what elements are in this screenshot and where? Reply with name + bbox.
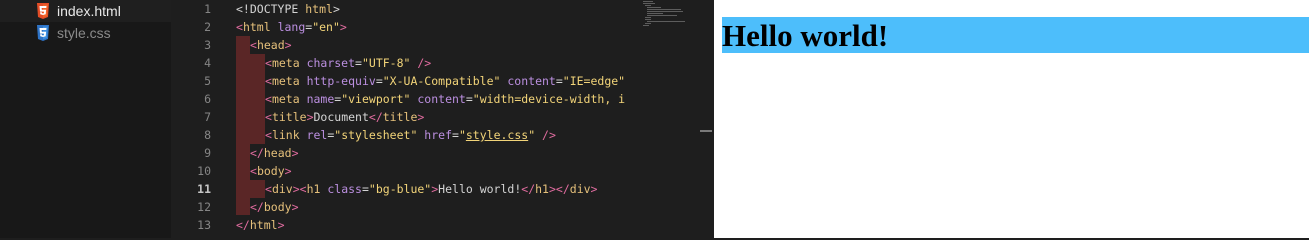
line-number: 6 [204, 92, 211, 106]
code-line: <!DOCTYPE html> [236, 2, 340, 16]
file-name: index.html [57, 3, 121, 19]
minimap-line [647, 15, 677, 16]
scrollbar-marker[interactable] [700, 130, 712, 132]
code-line: <title>Document</title> [265, 110, 425, 124]
line-number: 4 [204, 56, 211, 70]
code-line-current: <div><h1 class="bg-blue">Hello world!</h… [265, 182, 598, 196]
minimap-line [643, 25, 649, 26]
stylesheet-link[interactable]: style.css [466, 128, 528, 142]
minimap-line [647, 7, 661, 8]
file-item-style-css[interactable]: style.css [0, 22, 171, 44]
line-number: 9 [204, 146, 211, 160]
code-line: </body> [250, 200, 299, 214]
minimap-line [647, 21, 685, 22]
line-number: 10 [197, 164, 211, 178]
code-line: <meta http-equiv="X-UA-Compatible" conte… [265, 74, 626, 88]
line-number: 2 [204, 20, 211, 34]
minimap-line [647, 11, 683, 12]
line-number: 3 [204, 38, 211, 52]
code-line: <meta charset="UTF-8" /> [265, 56, 432, 70]
browser-preview: Hello world! [714, 0, 1309, 238]
minimap-line [647, 9, 681, 10]
line-number: 5 [204, 74, 211, 88]
css3-file-icon [36, 25, 50, 41]
html5-file-icon [36, 3, 50, 19]
line-number-gutter: 1 2 3 4 5 6 7 8 9 10 11 12 13 [171, 0, 215, 238]
current-line-number: 11 [197, 182, 211, 196]
code-text-area[interactable]: <!DOCTYPE html> <html lang="en"> <head> … [236, 0, 636, 238]
line-number: 1 [204, 2, 211, 16]
minimap-line [643, 3, 655, 4]
minimap-line [645, 19, 651, 20]
minimap-line [643, 1, 653, 2]
line-number: 12 [197, 200, 211, 214]
code-editor[interactable]: 1 2 3 4 5 6 7 8 9 10 11 12 13 <!DOCTYPE … [171, 0, 712, 238]
line-number: 8 [204, 128, 211, 142]
file-explorer: index.html style.css [0, 0, 171, 238]
code-line: <html lang="en"> [236, 20, 347, 34]
minimap-line [645, 17, 651, 18]
minimap-line [647, 13, 663, 14]
code-line: <head> [250, 38, 292, 52]
code-line: <meta name="viewport" content="width=dev… [265, 92, 626, 106]
app-window: index.html style.css 1 2 3 4 5 6 7 8 9 1… [0, 0, 1309, 238]
minimap[interactable] [641, 0, 697, 30]
line-number: 7 [204, 110, 211, 124]
minimap-line [645, 23, 651, 24]
file-item-index-html[interactable]: index.html [0, 0, 171, 22]
line-number: 13 [197, 218, 211, 232]
code-line: <body> [250, 164, 292, 178]
code-line: </html> [236, 218, 285, 232]
code-line: </head> [250, 146, 299, 160]
preview-heading: Hello world! [722, 17, 1309, 53]
code-line: <link rel="stylesheet" href="style.css" … [265, 128, 556, 142]
minimap-line [645, 5, 651, 6]
file-name: style.css [57, 25, 111, 41]
